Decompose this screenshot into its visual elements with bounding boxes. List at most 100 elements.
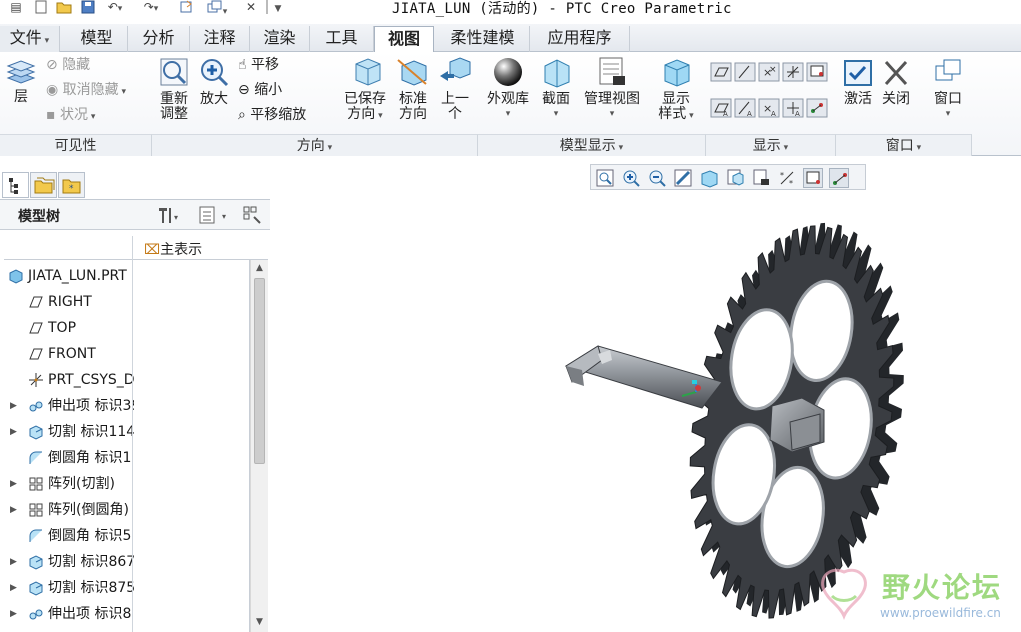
group-label-visibility[interactable]: 可见性: [0, 134, 152, 156]
scroll-down-icon[interactable]: ▼: [251, 614, 268, 630]
windows-button[interactable]: 窗口 ▾: [928, 58, 968, 132]
tab-file[interactable]: 文件 ▾: [0, 26, 60, 52]
expand-arrow-icon[interactable]: ▶: [10, 583, 19, 593]
layers-button[interactable]: 层: [4, 58, 38, 118]
activate-window-button[interactable]: 激活: [840, 58, 876, 118]
tree-item[interactable]: ▶ 阵列(倒圆角): [4, 498, 134, 522]
expand-arrow-icon[interactable]: ▶: [10, 479, 19, 489]
refit-icon[interactable]: [595, 168, 615, 188]
refit-button[interactable]: 重新 调整: [156, 56, 192, 128]
tree-item[interactable]: 倒圆角 标识1: [4, 446, 134, 470]
plane-tag-display-icon[interactable]: A: [710, 98, 732, 122]
annotation-display-icon[interactable]: [806, 98, 828, 122]
perspective-icon[interactable]: * *: [777, 168, 797, 188]
tree-item[interactable]: ▶ 切割 标识114: [4, 420, 134, 444]
windows-icon[interactable]: ▾: [204, 0, 230, 17]
tree-item[interactable]: JIATA_LUN.PRT: [4, 264, 134, 288]
regenerate-icon[interactable]: [178, 0, 196, 16]
display-style-button[interactable]: 显示 样式 ▾: [652, 56, 700, 130]
cut-icon: [28, 554, 44, 570]
tab-render[interactable]: 渲染: [250, 26, 310, 52]
spin-center-icon[interactable]: [803, 168, 823, 188]
spin-center-icon[interactable]: [806, 62, 828, 86]
tree-columns-button[interactable]: ▾: [198, 205, 232, 229]
tree-item[interactable]: FRONT: [4, 342, 134, 366]
repaint-icon[interactable]: [673, 168, 693, 188]
group-label-window[interactable]: 窗口 ▾: [836, 134, 972, 156]
redo-icon[interactable]: ↷▾: [140, 0, 162, 16]
view-manager-icon[interactable]: [751, 168, 771, 188]
tab-tools[interactable]: 工具: [310, 26, 374, 52]
tab-annotate[interactable]: 注释: [190, 26, 250, 52]
tree-item[interactable]: ▶ 伸出项 标识8: [4, 602, 134, 626]
zoom-out-button[interactable]: ⊖ 缩小: [238, 81, 282, 99]
tree-item[interactable]: PRT_CSYS_DEF: [4, 368, 134, 392]
tab-flexible-modeling[interactable]: 柔性建模: [436, 26, 530, 52]
model-tree-tab[interactable]: [2, 172, 29, 198]
point-tag-display-icon[interactable]: × A: [758, 98, 780, 122]
unhide-button[interactable]: ◉ 取消隐藏 ▾: [46, 81, 126, 101]
shaft[interactable]: [564, 345, 723, 409]
tree-settings-button[interactable]: ▾: [156, 205, 184, 229]
tree-item[interactable]: RIGHT: [4, 290, 134, 314]
saved-orientations-button[interactable]: 已保存 方向 ▾: [340, 56, 390, 130]
status-button[interactable]: ▪ 状况 ▾: [46, 106, 95, 126]
tree-item[interactable]: ▶ 伸出项 标识39: [4, 394, 134, 418]
point-display-icon[interactable]: × ×: [758, 62, 780, 86]
tab-applications[interactable]: 应用程序: [530, 26, 630, 52]
standard-orientation-button[interactable]: 标准 方向: [393, 56, 433, 130]
customize-toolbar-icon[interactable]: ▼: [272, 0, 284, 16]
folder-browser-tab[interactable]: [30, 172, 57, 198]
favorites-tab[interactable]: *: [58, 172, 85, 198]
open-folder-icon[interactable]: [56, 0, 72, 16]
display-style-icon[interactable]: [699, 168, 719, 188]
column-divider[interactable]: [132, 236, 133, 632]
tree-filter-button[interactable]: [242, 205, 264, 229]
expand-arrow-icon[interactable]: ▶: [10, 609, 19, 619]
column-master-rep[interactable]: ⌧主表示: [144, 239, 202, 259]
group-label-model-display[interactable]: 模型显示 ▾: [478, 134, 706, 156]
csys-tag-display-icon[interactable]: A: [782, 98, 804, 122]
zoom-out-icon[interactable]: [647, 168, 667, 188]
tree-item[interactable]: ▶ 阵列(切割): [4, 472, 134, 496]
save-icon[interactable]: [80, 0, 96, 16]
close-button[interactable]: 关闭: [878, 58, 914, 118]
section-button[interactable]: 截面 ▾: [536, 56, 576, 130]
hub[interactable]: [769, 397, 825, 453]
app-menu-icon[interactable]: ▤: [8, 0, 24, 16]
protrusion-icon: [28, 398, 44, 414]
expand-arrow-icon[interactable]: ▶: [10, 557, 19, 567]
zoom-in-icon[interactable]: [621, 168, 641, 188]
manage-views-button[interactable]: 管理视图 ▾: [578, 56, 646, 130]
plane-display-icon[interactable]: [710, 62, 732, 86]
tree-scrollbar[interactable]: ▲ ▼: [250, 260, 268, 632]
hide-button[interactable]: ⊘ 隐藏: [46, 56, 90, 74]
expand-arrow-icon[interactable]: ▶: [10, 505, 19, 515]
saved-views-icon[interactable]: [725, 168, 745, 188]
group-label-orientation[interactable]: 方向 ▾: [152, 134, 478, 156]
tree-item[interactable]: 倒圆角 标识5: [4, 524, 134, 548]
tab-view[interactable]: 视图: [374, 26, 434, 53]
pan-zoom-button[interactable]: ⌕ 平移缩放: [238, 106, 306, 124]
close-window-icon[interactable]: ✕: [244, 0, 258, 16]
tree-item[interactable]: TOP: [4, 316, 134, 340]
annotation-display-icon[interactable]: [829, 168, 849, 188]
tab-analysis[interactable]: 分析: [128, 26, 190, 52]
expand-arrow-icon[interactable]: ▶: [10, 401, 19, 411]
pan-button[interactable]: ☝ 平移: [238, 56, 279, 74]
axis-tag-display-icon[interactable]: A: [734, 98, 756, 122]
expand-arrow-icon[interactable]: ▶: [10, 427, 19, 437]
scroll-up-icon[interactable]: ▲: [251, 260, 268, 276]
group-label-show[interactable]: 显示 ▾: [706, 134, 836, 156]
appearance-gallery-button[interactable]: 外观库 ▾: [482, 56, 534, 130]
undo-icon[interactable]: ↶▾: [104, 0, 126, 16]
zoom-in-button[interactable]: 放大: [196, 56, 232, 116]
axis-display-icon[interactable]: [734, 62, 756, 86]
tree-item[interactable]: ▶ 切割 标识867: [4, 550, 134, 574]
tab-model[interactable]: 模型: [66, 26, 128, 52]
tree-item[interactable]: ▶ 切割 标识875: [4, 576, 134, 600]
scroll-thumb[interactable]: [254, 278, 265, 464]
csys-display-icon[interactable]: [782, 62, 804, 86]
previous-orientation-button[interactable]: 上一 个: [435, 56, 475, 130]
new-file-icon[interactable]: [34, 0, 48, 16]
